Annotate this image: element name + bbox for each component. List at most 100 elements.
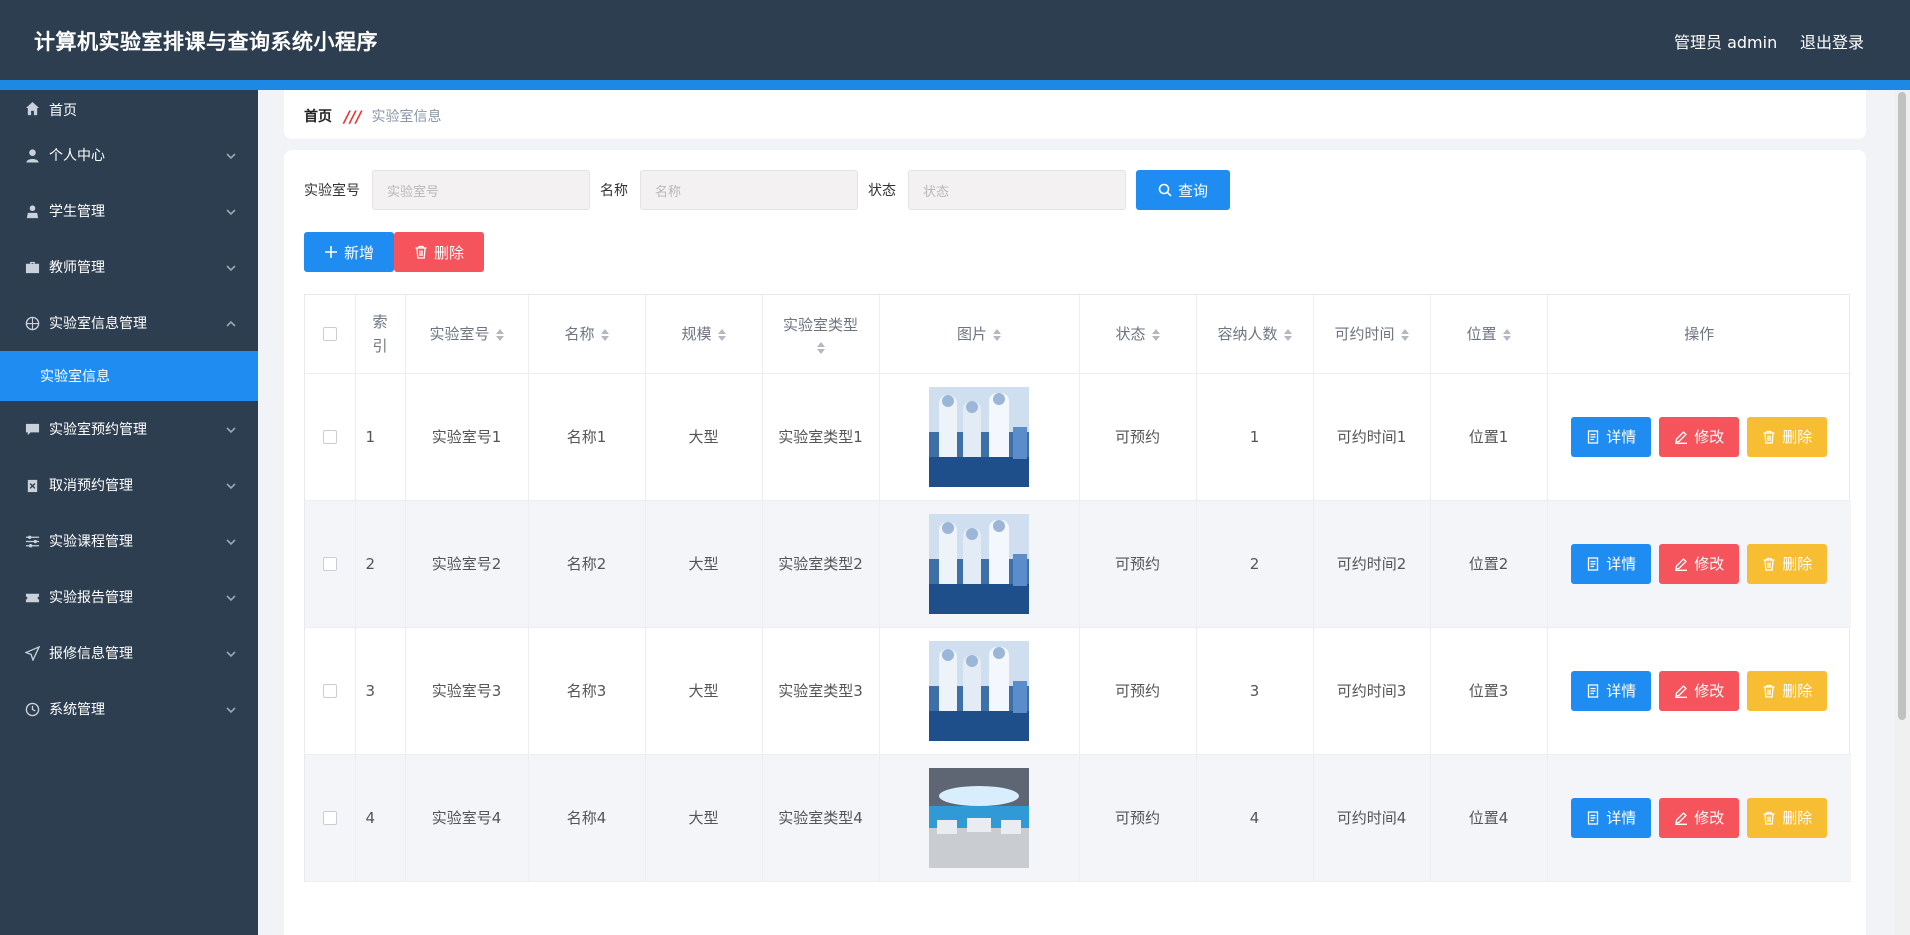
col-header-capacity[interactable]: 容纳人数 xyxy=(1196,295,1314,374)
row-select-cell xyxy=(305,373,356,501)
chevron-down-icon xyxy=(226,479,236,490)
breadcrumb-home[interactable]: 首页 xyxy=(304,106,332,126)
cell-scale-value: 大型 xyxy=(688,682,719,700)
row-delete-button[interactable]: 删除 xyxy=(1747,416,1828,457)
sidebar-item-home[interactable]: 首页 xyxy=(0,90,258,127)
detail-button[interactable]: 详情 xyxy=(1571,543,1652,584)
sort-icon[interactable] xyxy=(495,328,504,341)
col-header-status[interactable]: 状态 xyxy=(1079,295,1197,374)
bulk-delete-button-label: 删除 xyxy=(433,243,464,262)
detail-button[interactable]: 详情 xyxy=(1571,670,1652,711)
document-icon xyxy=(1588,683,1599,698)
sidebar-item-student-management[interactable]: 学生管理 xyxy=(0,183,258,239)
col-header-name[interactable]: 名称 xyxy=(528,295,646,374)
lab-thumbnail[interactable] xyxy=(929,767,1029,868)
cell-name: 名称1 xyxy=(528,373,646,501)
sidebar-item-system-management[interactable]: 系统管理 xyxy=(0,681,258,737)
search-label-status: 状态 xyxy=(868,183,896,199)
col-header-time[interactable]: 可约时间 xyxy=(1313,295,1431,374)
col-header-scale[interactable]: 规模 xyxy=(645,295,763,374)
cell-index-value: 3 xyxy=(365,681,376,700)
edit-button[interactable]: 修改 xyxy=(1659,670,1740,711)
sort-icon[interactable] xyxy=(816,341,825,354)
row-delete-button-label: 删除 xyxy=(1782,428,1813,446)
cell-type: 实验室类型3 xyxy=(762,627,880,755)
detail-button-label: 详情 xyxy=(1606,555,1637,573)
cell-index: 2 xyxy=(355,500,406,628)
sort-icon[interactable] xyxy=(600,328,609,341)
row-delete-button[interactable]: 删除 xyxy=(1747,543,1828,584)
sidebar-item-cancel-booking-management[interactable]: 取消预约管理 xyxy=(0,457,258,513)
col-header-label: 图片 xyxy=(956,325,987,344)
col-header-label: 索引 xyxy=(372,312,388,355)
col-header-label: 名称 xyxy=(564,325,595,344)
send-icon xyxy=(24,645,40,661)
select-all-checkbox[interactable] xyxy=(322,327,337,342)
add-button-label: 新增 xyxy=(343,243,374,262)
page-scrollbar[interactable] xyxy=(1894,90,1910,935)
detail-button[interactable]: 详情 xyxy=(1571,416,1652,457)
edit-button[interactable]: 修改 xyxy=(1659,416,1740,457)
sidebar-item-label: 系统管理 xyxy=(49,702,105,718)
sidebar-item-repair-management[interactable]: 报修信息管理 xyxy=(0,625,258,681)
col-header-type[interactable]: 实验室类型 xyxy=(762,295,880,374)
sidebar-item-lab-info-management[interactable]: 实验室信息管理 xyxy=(0,295,258,351)
cell-index-value: 4 xyxy=(365,808,376,827)
sidebar-item-label: 首页 xyxy=(49,103,77,119)
cell-status-value: 可预约 xyxy=(1114,809,1160,827)
bulk-delete-button[interactable]: 删除 xyxy=(394,232,484,272)
sort-icon[interactable] xyxy=(1400,328,1409,341)
sort-icon[interactable] xyxy=(1283,328,1292,341)
submenu-item-lab-info[interactable]: 实验室信息 xyxy=(0,351,258,401)
sort-icon[interactable] xyxy=(1151,328,1160,341)
lab-no-input[interactable]: 实验室号 xyxy=(372,170,590,210)
row-delete-button[interactable]: 删除 xyxy=(1747,670,1828,711)
cell-index: 3 xyxy=(355,627,406,755)
sort-icon[interactable] xyxy=(1502,328,1511,341)
scrollbar-thumb[interactable] xyxy=(1898,92,1906,720)
row-checkbox[interactable] xyxy=(322,557,337,571)
name-input[interactable]: 名称 xyxy=(640,170,858,210)
lab-thumbnail[interactable] xyxy=(929,640,1029,741)
chevron-down-icon xyxy=(226,647,236,658)
row-delete-button[interactable]: 删除 xyxy=(1747,797,1828,838)
row-checkbox[interactable] xyxy=(322,811,337,825)
pencil-icon xyxy=(1675,811,1688,825)
cell-location: 位置3 xyxy=(1430,627,1548,755)
logout-link[interactable]: 退出登录 xyxy=(1800,29,1864,53)
cell-image xyxy=(879,500,1080,628)
sidebar-item-report-management[interactable]: 实验报告管理 xyxy=(0,569,258,625)
edit-button[interactable]: 修改 xyxy=(1659,797,1740,838)
cell-name: 名称4 xyxy=(528,754,646,882)
sidebar: 首页 个人中心 学生管理 教师管理 实验室信息管理 实验室信息 实验室预约管理 … xyxy=(0,90,258,935)
search-button[interactable]: 查询 xyxy=(1136,170,1230,210)
lab-thumbnail[interactable] xyxy=(929,386,1029,487)
cell-index-value: 1 xyxy=(365,427,376,446)
edit-button[interactable]: 修改 xyxy=(1659,543,1740,584)
lab-thumbnail[interactable] xyxy=(929,513,1029,614)
trash-icon xyxy=(415,245,427,259)
col-header-lab-no[interactable]: 实验室号 xyxy=(405,295,529,374)
row-checkbox[interactable] xyxy=(322,430,337,444)
sidebar-item-course-management[interactable]: 实验课程管理 xyxy=(0,513,258,569)
sort-icon[interactable] xyxy=(717,328,726,341)
sidebar-item-teacher-management[interactable]: 教师管理 xyxy=(0,239,258,295)
cell-capacity: 2 xyxy=(1196,500,1314,628)
row-select-cell xyxy=(305,754,356,882)
table-row: 4 实验室号4 名称4 大型 实验室类型4 可预约 4 可约时间4 位置4 详情… xyxy=(305,754,1851,882)
row-checkbox[interactable] xyxy=(322,684,337,698)
col-header-image[interactable]: 图片 xyxy=(879,295,1080,374)
cell-lab-no-value: 实验室号3 xyxy=(431,682,502,700)
cell-scale-value: 大型 xyxy=(688,555,719,573)
cell-capacity: 3 xyxy=(1196,627,1314,755)
header-accent-bar xyxy=(0,80,1910,90)
sidebar-item-lab-booking-management[interactable]: 实验室预约管理 xyxy=(0,401,258,457)
cell-ops: 详情 修改 删除 xyxy=(1547,627,1851,755)
status-input[interactable]: 状态 xyxy=(908,170,1126,210)
sidebar-item-personal-center[interactable]: 个人中心 xyxy=(0,127,258,183)
detail-button[interactable]: 详情 xyxy=(1571,797,1652,838)
col-header-location[interactable]: 位置 xyxy=(1430,295,1548,374)
add-button[interactable]: 新增 xyxy=(304,232,394,272)
cell-capacity-value: 4 xyxy=(1249,808,1260,827)
sort-icon[interactable] xyxy=(993,328,1001,341)
